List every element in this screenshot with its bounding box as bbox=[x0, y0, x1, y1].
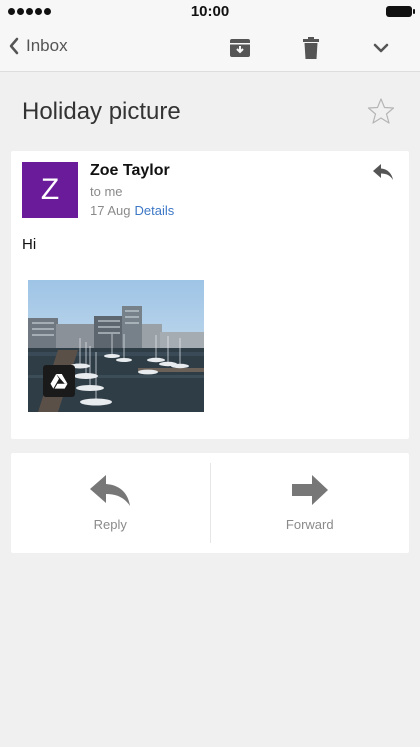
more-button[interactable] bbox=[369, 36, 393, 60]
page-title: Holiday picture bbox=[22, 98, 181, 125]
back-button[interactable]: Inbox bbox=[8, 36, 68, 56]
forward-button[interactable]: Forward bbox=[211, 463, 410, 543]
back-label: Inbox bbox=[26, 36, 68, 55]
sender-name: Zoe Taylor bbox=[90, 162, 170, 179]
toolbar: Inbox bbox=[0, 24, 420, 72]
status-bar: 10:00 bbox=[0, 0, 420, 24]
message-card: Z Zoe Taylor to me 17 Aug Details Hi bbox=[11, 151, 409, 439]
chevron-down-icon bbox=[373, 43, 389, 53]
archive-icon bbox=[230, 39, 250, 57]
battery-icon bbox=[386, 6, 415, 17]
reply-button[interactable]: Reply bbox=[11, 463, 211, 543]
message-date: 17 Aug bbox=[90, 203, 131, 218]
reply-arrow-icon bbox=[90, 475, 131, 506]
message-date-row: 17 Aug Details bbox=[90, 203, 174, 218]
actions-card: Reply Forward bbox=[11, 453, 409, 553]
avatar: Z bbox=[22, 162, 78, 218]
drive-icon bbox=[43, 365, 75, 397]
trash-icon bbox=[303, 37, 319, 59]
delete-button[interactable] bbox=[299, 36, 323, 60]
star-icon[interactable] bbox=[366, 96, 396, 126]
reply-icon[interactable] bbox=[371, 161, 395, 183]
chevron-left-icon bbox=[9, 37, 19, 55]
recipient-line: to me bbox=[90, 184, 123, 199]
message-body: Hi bbox=[22, 236, 37, 253]
forward-label: Forward bbox=[285, 517, 334, 532]
details-link[interactable]: Details bbox=[135, 203, 175, 218]
archive-button[interactable] bbox=[228, 36, 252, 60]
reply-label: Reply bbox=[93, 517, 127, 532]
status-time: 10:00 bbox=[190, 3, 230, 20]
image-attachment[interactable] bbox=[28, 280, 204, 412]
forward-arrow-icon bbox=[291, 475, 328, 505]
